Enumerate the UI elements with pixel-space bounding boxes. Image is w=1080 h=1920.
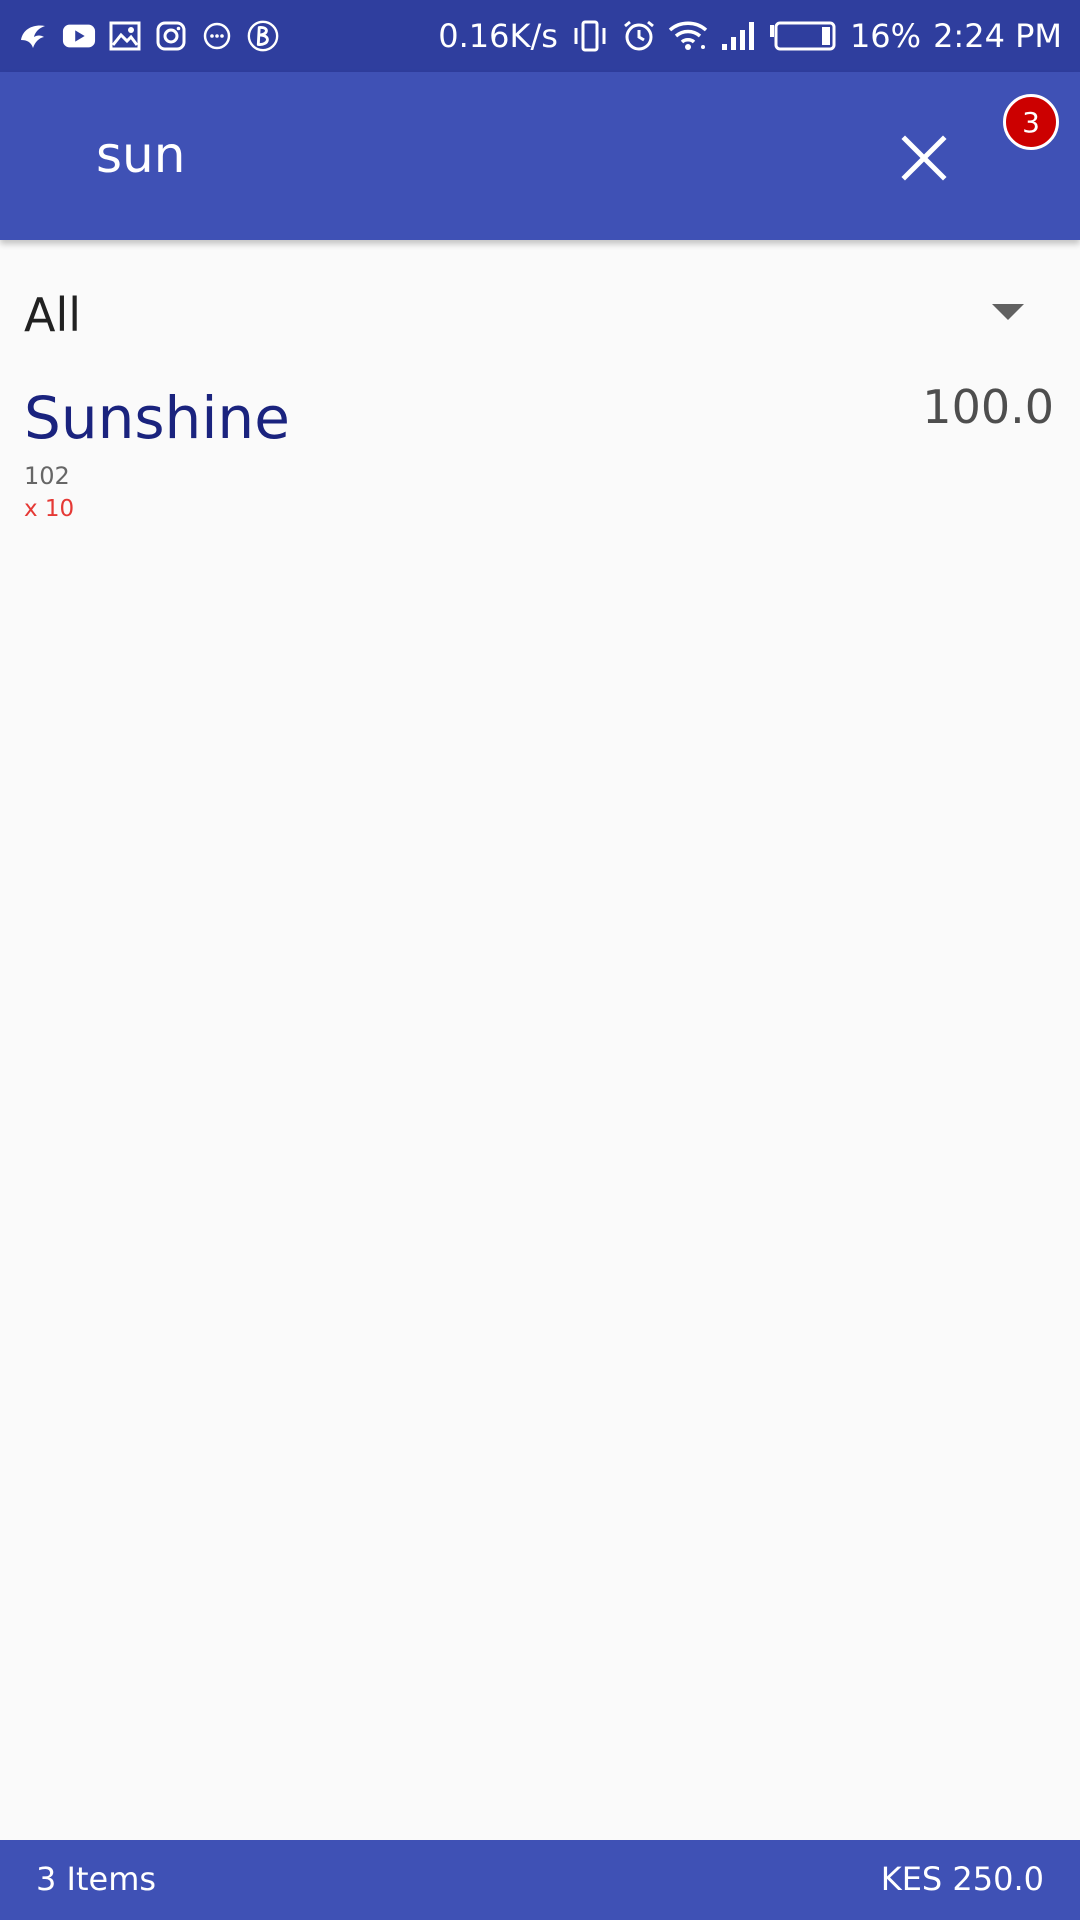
system-indicators: 0.16K/s 16% 2:24 PM xyxy=(438,12,1062,60)
vibrate-icon xyxy=(570,19,610,53)
search-app-bar: sun 3 xyxy=(0,72,1080,240)
battery-icon xyxy=(768,20,838,52)
youtube-icon xyxy=(62,19,96,53)
items-count: 3 Items xyxy=(36,1860,157,1898)
product-code: 102 xyxy=(24,462,70,490)
total-amount: KES 250.0 xyxy=(880,1860,1044,1898)
wifi-icon xyxy=(668,20,708,52)
battery-percent: 16% xyxy=(849,17,922,55)
instagram-icon xyxy=(154,19,188,53)
product-price: 100.0 xyxy=(922,380,1054,434)
product-list-item[interactable]: Sunshine 100.0 102 x 10 xyxy=(0,370,1080,540)
screen: 0.16K/s 16% 2:24 PM sun 3 All Sunshine 1… xyxy=(0,0,1080,1920)
b-circle-icon xyxy=(246,19,280,53)
cart-summary-bar[interactable]: 3 Items KES 250.0 xyxy=(0,1840,1080,1920)
network-speed: 0.16K/s xyxy=(438,17,558,55)
search-input[interactable]: sun xyxy=(96,130,185,180)
gallery-icon xyxy=(108,19,142,53)
cart-count-badge[interactable]: 3 xyxy=(1003,94,1059,150)
clear-search-button[interactable] xyxy=(890,124,958,192)
signal-icon xyxy=(720,20,756,52)
close-icon xyxy=(901,135,947,181)
chat-bubble-icon xyxy=(200,19,234,53)
bird-app-icon xyxy=(16,19,50,53)
dropdown-arrow-icon xyxy=(992,304,1024,320)
status-bar: 0.16K/s 16% 2:24 PM xyxy=(0,0,1080,72)
category-dropdown[interactable]: All xyxy=(0,276,1080,352)
alarm-icon xyxy=(622,19,656,53)
product-quantity: x 10 xyxy=(24,496,75,522)
clock: 2:24 PM xyxy=(933,17,1062,55)
product-name: Sunshine xyxy=(24,384,290,452)
notification-icons xyxy=(16,16,280,56)
category-selected-label: All xyxy=(24,288,82,342)
